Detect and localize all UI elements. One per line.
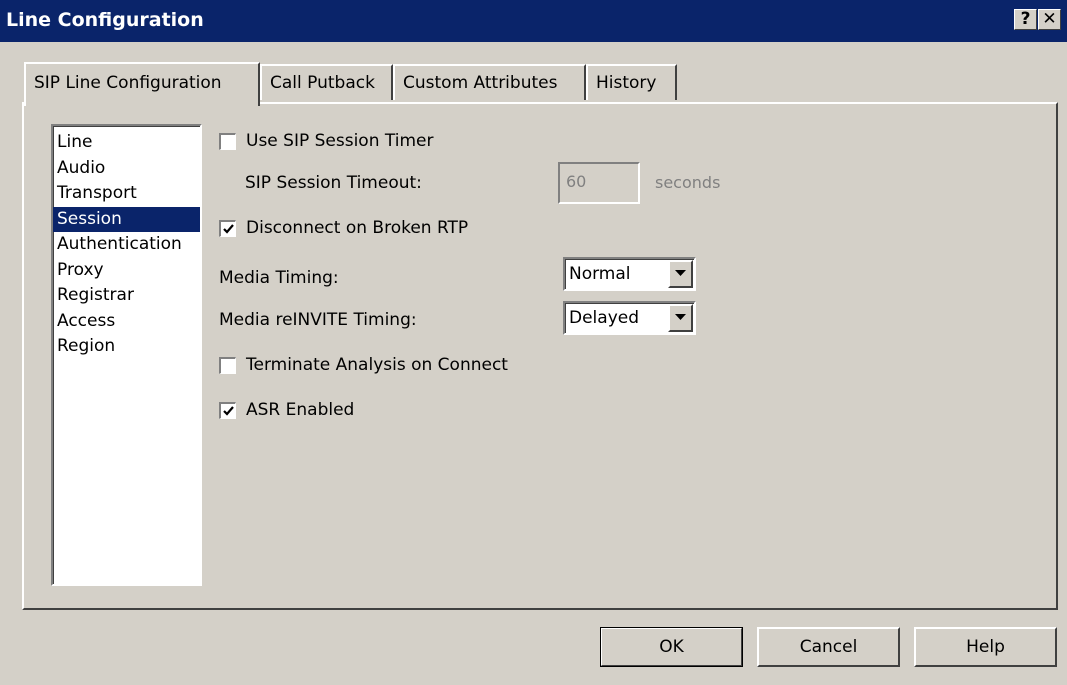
- checkmark-icon: [223, 223, 234, 234]
- media-timing-dropdown-button[interactable]: [668, 260, 693, 288]
- asr-enabled-row[interactable]: ASR Enabled: [219, 398, 354, 422]
- list-item-audio[interactable]: Audio: [53, 156, 200, 182]
- category-list[interactable]: Line Audio Transport Session Authenticat…: [51, 124, 202, 586]
- tab-label: Custom Attributes: [403, 73, 558, 93]
- title-bar[interactable]: Line Configuration ? ✕: [0, 0, 1067, 42]
- media-reinvite-timing-value: Delayed: [569, 308, 640, 328]
- ok-button[interactable]: OK: [600, 627, 743, 667]
- sip-session-timeout-value: 60: [566, 172, 587, 191]
- media-reinvite-timing-select[interactable]: Delayed: [563, 301, 696, 335]
- window-title: Line Configuration: [6, 9, 204, 31]
- tab-label: Call Putback: [270, 73, 375, 93]
- asr-enabled-checkbox[interactable]: [219, 401, 236, 419]
- use-sip-session-timer-label: Use SIP Session Timer: [246, 131, 434, 151]
- tab-call-putback[interactable]: Call Putback: [260, 64, 393, 100]
- tab-label: History: [596, 73, 657, 93]
- sip-session-timeout-input[interactable]: 60: [558, 162, 640, 204]
- list-item-transport[interactable]: Transport: [53, 181, 200, 207]
- list-item-line[interactable]: Line: [53, 130, 200, 156]
- media-timing-value: Normal: [569, 264, 631, 284]
- asr-enabled-label: ASR Enabled: [246, 400, 355, 420]
- seconds-unit-label: seconds: [655, 173, 721, 192]
- sip-session-timeout-label: SIP Session Timeout:: [245, 173, 422, 193]
- media-timing-label: Media Timing:: [219, 268, 339, 288]
- disconnect-on-broken-rtp-row[interactable]: Disconnect on Broken RTP: [219, 216, 468, 240]
- disconnect-on-broken-rtp-label: Disconnect on Broken RTP: [246, 218, 469, 238]
- disconnect-on-broken-rtp-checkbox[interactable]: [219, 219, 236, 237]
- list-item-registrar[interactable]: Registrar: [53, 283, 200, 309]
- tab-custom-attributes[interactable]: Custom Attributes: [393, 64, 586, 100]
- checkmark-icon: [223, 405, 234, 416]
- list-item-proxy[interactable]: Proxy: [53, 258, 200, 284]
- help-icon[interactable]: ?: [1014, 9, 1037, 30]
- tab-sip-line-configuration[interactable]: SIP Line Configuration: [24, 62, 260, 106]
- use-sip-session-timer-checkbox[interactable]: [219, 132, 236, 150]
- use-sip-session-timer-row[interactable]: Use SIP Session Timer: [219, 129, 433, 153]
- terminate-analysis-on-connect-row[interactable]: Terminate Analysis on Connect: [219, 353, 508, 377]
- list-item-authentication[interactable]: Authentication: [53, 232, 200, 258]
- terminate-analysis-on-connect-label: Terminate Analysis on Connect: [246, 355, 508, 375]
- list-item-session[interactable]: Session: [53, 206, 200, 232]
- media-reinvite-timing-label: Media reINVITE Timing:: [219, 310, 417, 330]
- media-timing-select[interactable]: Normal: [563, 257, 696, 291]
- cancel-button[interactable]: Cancel: [757, 627, 900, 667]
- media-reinvite-timing-dropdown-button[interactable]: [668, 304, 693, 332]
- tab-history[interactable]: History: [586, 64, 677, 100]
- list-item-region[interactable]: Region: [53, 334, 200, 360]
- chevron-down-icon: [675, 314, 686, 320]
- tab-label: SIP Line Configuration: [34, 73, 222, 93]
- chevron-down-icon: [675, 270, 686, 276]
- help-button[interactable]: Help: [914, 627, 1057, 667]
- terminate-analysis-on-connect-checkbox[interactable]: [219, 356, 236, 374]
- list-item-access[interactable]: Access: [53, 309, 200, 335]
- close-icon[interactable]: ✕: [1038, 9, 1061, 30]
